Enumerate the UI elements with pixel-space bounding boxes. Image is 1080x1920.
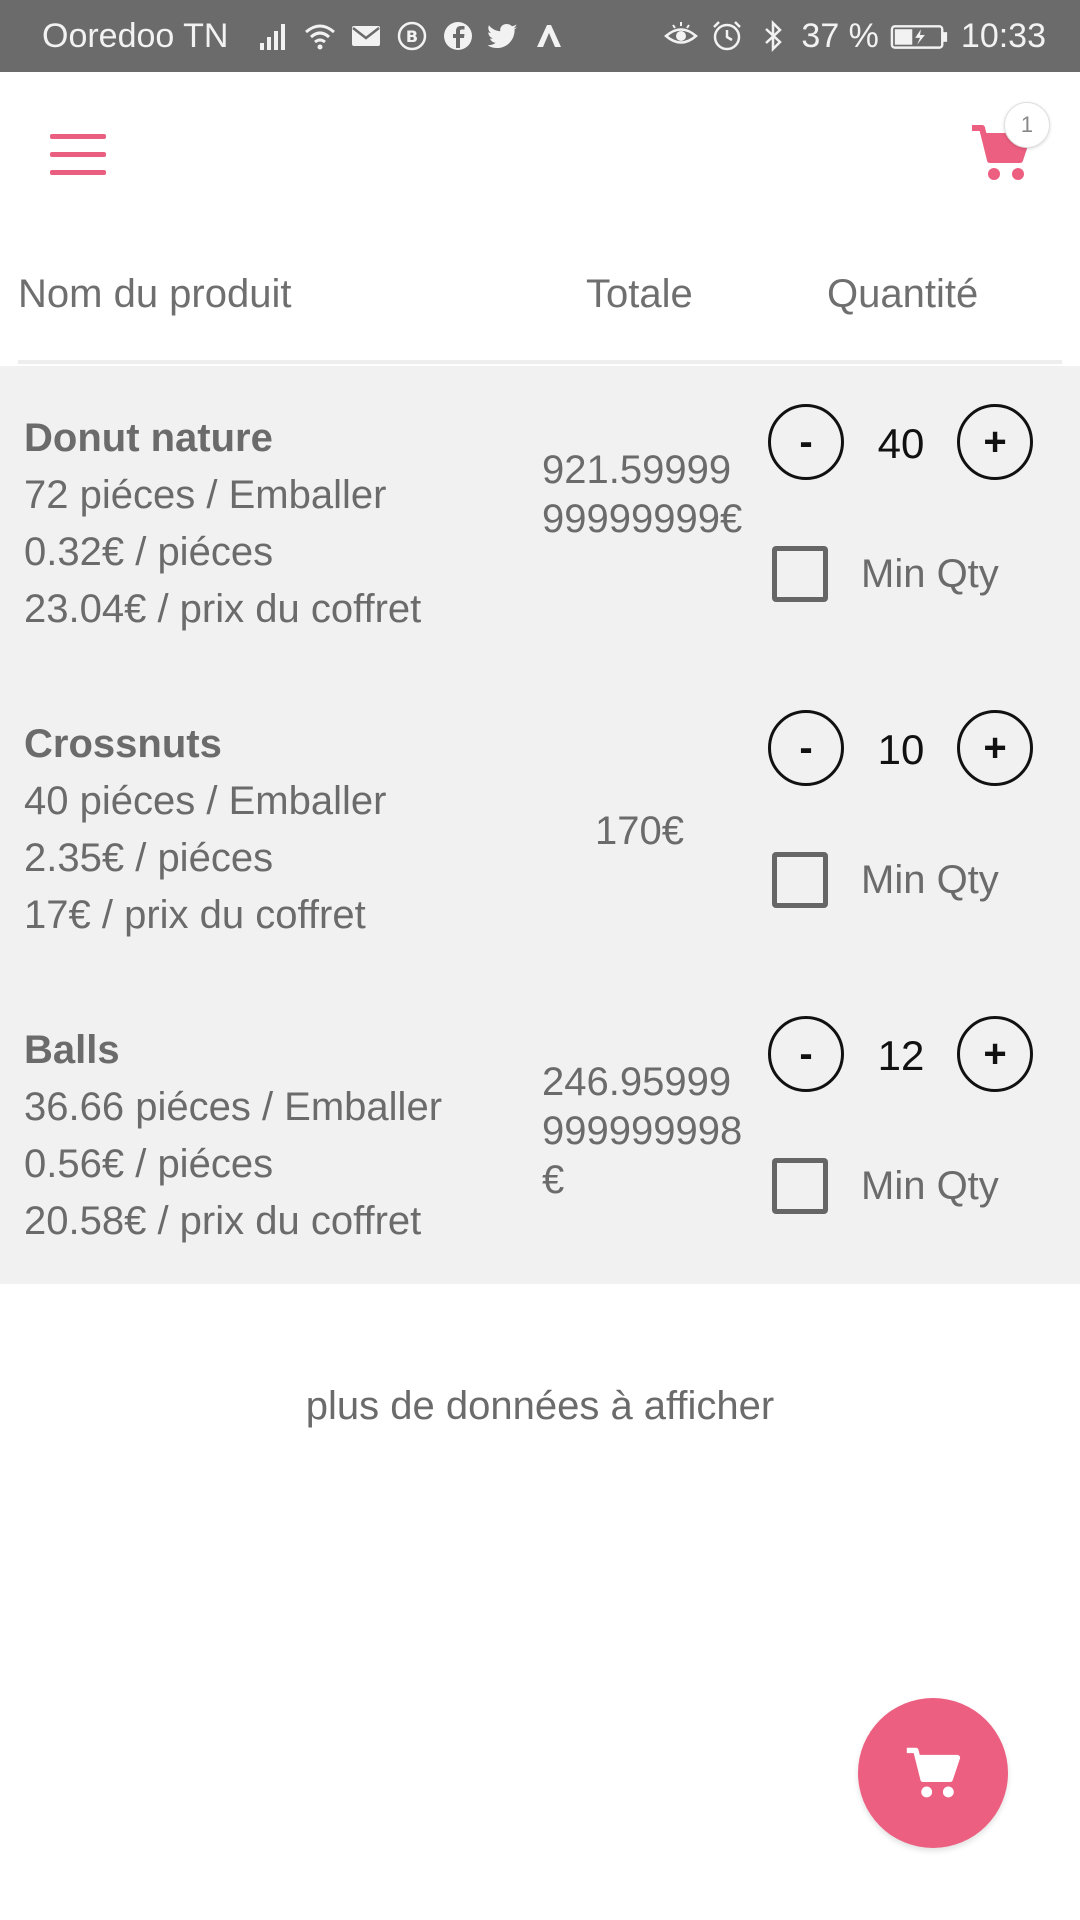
increase-quantity-button[interactable]: + — [957, 404, 1033, 480]
product-total: 170€ — [595, 809, 684, 853]
product-info: Balls 36.66 piéces / Emballer 0.56€ / pi… — [24, 1022, 442, 1250]
product-unit-price: 0.56€ / piéces — [24, 1142, 274, 1186]
product-total: 921.5999999999999€ — [542, 448, 743, 541]
product-info: Donut nature 72 piéces / Emballer 0.32€ … — [24, 410, 421, 638]
product-info: Crossnuts 40 piéces / Emballer 2.35€ / p… — [24, 716, 386, 944]
status-bar-right: 37 % 10:33 — [663, 17, 1046, 56]
facebook-icon — [440, 18, 476, 54]
product-box-price: 23.04€ / prix du coffret — [24, 587, 422, 631]
product-box-price: 17€ / prix du coffret — [24, 893, 366, 937]
table-row: Crossnuts 40 piéces / Emballer 2.35€ / p… — [0, 672, 1080, 978]
product-pieces: 36.66 piéces / Emballer — [24, 1085, 443, 1129]
product-pieces: 40 piéces / Emballer — [24, 779, 387, 823]
increase-quantity-button[interactable]: + — [957, 710, 1033, 786]
cart-icon — [906, 1747, 961, 1798]
column-header-total: Totale — [586, 272, 693, 316]
decrease-quantity-button[interactable]: - — [768, 710, 844, 786]
decrease-quantity-button[interactable]: - — [768, 1016, 844, 1092]
status-bar-left: Ooredoo TN B — [42, 17, 568, 56]
product-pieces: 72 piéces / Emballer — [24, 473, 387, 517]
app-bar: 1 — [0, 72, 1080, 242]
svg-text:B: B — [406, 27, 418, 46]
app-icon — [532, 18, 568, 54]
product-unit-price: 0.32€ / piéces — [24, 530, 274, 574]
min-qty-label: Min Qty — [861, 1164, 999, 1208]
table-header: Nom du produit Totale Quantité — [0, 242, 1080, 364]
column-header-quantity: Quantité — [827, 272, 979, 316]
eye-icon — [663, 18, 699, 54]
hamburger-icon[interactable] — [50, 134, 106, 176]
table-row: Donut nature 72 piéces / Emballer 0.32€ … — [0, 366, 1080, 672]
notification-icons: B — [256, 18, 568, 54]
min-qty-checkbox[interactable] — [772, 546, 828, 602]
checkout-cart-button[interactable] — [858, 1698, 1008, 1848]
load-more-link[interactable]: plus de données à afficher — [0, 1384, 1080, 1429]
bluetooth-icon — [755, 18, 791, 54]
battery-percent: 37 % — [801, 16, 879, 55]
status-bar: Ooredoo TN B 37 % 10:33 — [0, 0, 1080, 72]
product-total: 246.95999999999998€ — [542, 1060, 743, 1202]
quantity-value: 10 — [877, 726, 925, 773]
twitter-icon — [486, 18, 522, 54]
cart-count-badge: 1 — [1004, 102, 1050, 148]
product-name: Crossnuts — [24, 722, 222, 766]
quantity-value: 12 — [877, 1032, 925, 1079]
carrier-name: Ooredoo TN — [42, 16, 229, 55]
min-qty-checkbox[interactable] — [772, 1158, 828, 1214]
min-qty-label: Min Qty — [861, 552, 999, 596]
signal-icon — [256, 18, 292, 54]
quantity-value: 40 — [877, 420, 925, 467]
mail-icon — [348, 18, 384, 54]
table-row: Balls 36.66 piéces / Emballer 0.56€ / pi… — [0, 978, 1080, 1284]
increase-quantity-button[interactable]: + — [957, 1016, 1033, 1092]
decrease-quantity-button[interactable]: - — [768, 404, 844, 480]
min-qty-label: Min Qty — [861, 858, 999, 902]
alarm-icon — [709, 18, 745, 54]
product-list: Donut nature 72 piéces / Emballer 0.32€ … — [0, 366, 1080, 1284]
column-header-name: Nom du produit — [18, 272, 292, 316]
min-qty-checkbox[interactable] — [772, 852, 828, 908]
b-icon: B — [394, 18, 430, 54]
product-name: Donut nature — [24, 416, 273, 460]
header-divider — [18, 360, 1062, 364]
battery-icon — [889, 18, 951, 54]
clock: 10:33 — [960, 16, 1046, 55]
product-name: Balls — [24, 1028, 120, 1072]
wifi-icon — [302, 18, 338, 54]
product-unit-price: 2.35€ / piéces — [24, 836, 274, 880]
product-box-price: 20.58€ / prix du coffret — [24, 1199, 422, 1243]
